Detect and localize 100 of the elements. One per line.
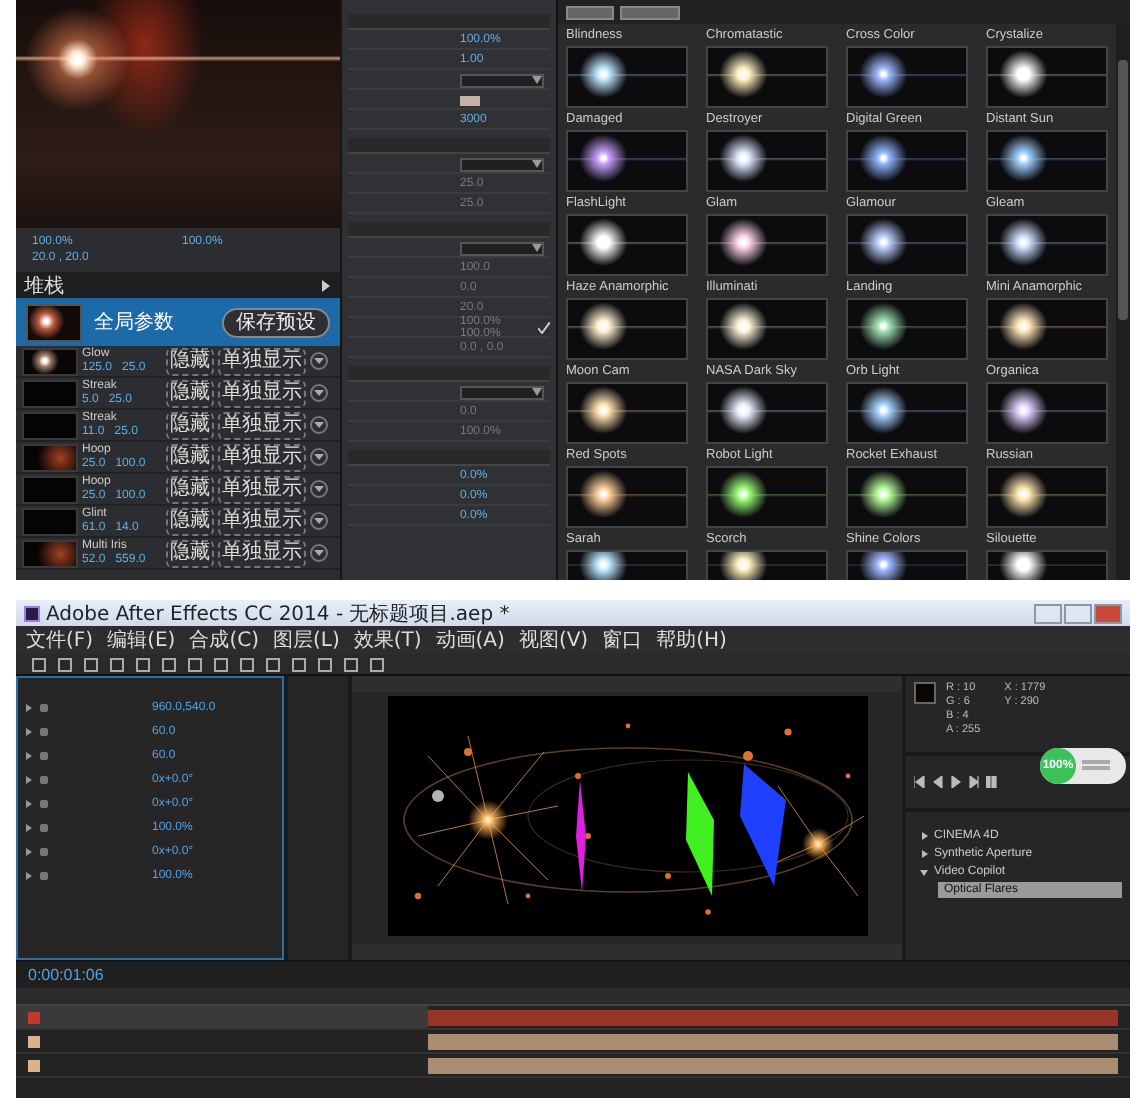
playback-control-icon[interactable]	[986, 776, 998, 788]
hide-button[interactable]: 隐藏	[166, 347, 214, 375]
expand-icon[interactable]	[26, 800, 32, 808]
expand-icon[interactable]	[26, 776, 32, 784]
element-thumbnail	[22, 411, 78, 439]
expand-icon[interactable]	[26, 752, 32, 760]
save-preset-button[interactable]: 保存预设	[222, 307, 330, 337]
menu-item[interactable]: 视图(V)	[518, 626, 589, 654]
element-thumbnail	[22, 379, 78, 407]
dropdown-field[interactable]	[460, 157, 544, 171]
lens-flare-thumbnail[interactable]	[706, 46, 828, 108]
lens-flare-thumbnail[interactable]	[846, 550, 968, 580]
label-color-swatch[interactable]	[28, 1011, 40, 1023]
dropdown-field[interactable]	[460, 385, 544, 399]
dropdown-icon[interactable]	[310, 448, 328, 466]
hide-button[interactable]: 隐藏	[166, 379, 214, 407]
breadcrumb-button[interactable]	[566, 5, 614, 19]
breadcrumb-button[interactable]	[620, 5, 680, 19]
hide-button[interactable]: 隐藏	[166, 507, 214, 535]
lens-flare-thumbnail[interactable]	[706, 550, 828, 580]
lens-flare-thumbnail[interactable]	[706, 466, 828, 528]
dropdown-icon[interactable]	[310, 480, 328, 498]
menu-item[interactable]: 文件(F)	[26, 626, 94, 654]
expand-icon[interactable]	[26, 848, 32, 856]
expand-icon[interactable]	[26, 824, 32, 832]
window-controls-icon[interactable]	[1034, 603, 1122, 623]
menu-item[interactable]: 动画(A)	[435, 626, 505, 654]
lens-flare-thumbnail[interactable]	[566, 46, 688, 108]
hide-button[interactable]: 隐藏	[166, 443, 214, 471]
dropdown-field[interactable]	[460, 73, 544, 87]
lens-flare-thumbnail[interactable]	[846, 382, 968, 444]
lens-flare-thumbnail[interactable]	[566, 298, 688, 360]
caret-icon	[532, 76, 542, 84]
expand-icon[interactable]	[26, 728, 32, 736]
dropdown-icon[interactable]	[310, 416, 328, 434]
dropdown-icon[interactable]	[310, 352, 328, 370]
lens-flare-thumbnail[interactable]	[846, 46, 968, 108]
disclosure-icon[interactable]	[920, 832, 928, 840]
hide-button[interactable]: 隐藏	[166, 475, 214, 503]
lens-flare-thumbnail[interactable]	[566, 382, 688, 444]
global-parameters-row[interactable]: 全局参数 保存预设	[16, 298, 340, 346]
playback-control-icon[interactable]	[914, 776, 926, 788]
menu-item[interactable]: 窗口	[602, 626, 643, 654]
element-thumbnail	[22, 507, 78, 535]
lens-flare-thumbnail[interactable]	[846, 130, 968, 192]
lens-flare-thumbnail[interactable]	[706, 382, 828, 444]
layer-duration-bar[interactable]	[428, 1057, 1118, 1073]
playback-control-icon[interactable]	[968, 776, 980, 788]
lens-flare-thumbnail[interactable]	[986, 550, 1108, 580]
menu-item[interactable]: 图层(L)	[272, 626, 340, 654]
solo-button[interactable]: 单独显示	[218, 347, 306, 375]
lens-flare-thumbnail[interactable]	[706, 130, 828, 192]
dropdown-icon[interactable]	[310, 384, 328, 402]
element-thumbnail	[22, 539, 78, 567]
hide-button[interactable]: 隐藏	[166, 539, 214, 567]
menu-item[interactable]: 合成(C)	[189, 626, 259, 654]
lens-flare-thumbnail[interactable]	[566, 466, 688, 528]
checkmark-icon[interactable]	[538, 322, 550, 334]
dropdown-field[interactable]	[460, 241, 544, 255]
lens-flare-thumbnail[interactable]	[566, 214, 688, 276]
lens-flare-thumbnail[interactable]	[706, 214, 828, 276]
element-thumbnail	[22, 443, 78, 471]
lens-flare-thumbnail[interactable]	[986, 130, 1108, 192]
hide-button[interactable]: 隐藏	[166, 411, 214, 439]
solo-button[interactable]: 单独显示	[218, 475, 306, 503]
timecode[interactable]: 0:00:01:06	[28, 966, 104, 984]
menu-item[interactable]: 帮助(H)	[656, 626, 727, 654]
label-color-swatch[interactable]	[28, 1035, 40, 1047]
lens-flare-thumbnail[interactable]	[986, 46, 1108, 108]
solo-button[interactable]: 单独显示	[218, 411, 306, 439]
lens-flare-thumbnail[interactable]	[566, 130, 688, 192]
layer-duration-bar[interactable]	[428, 1033, 1118, 1049]
lens-flare-thumbnail[interactable]	[986, 214, 1108, 276]
dropdown-icon[interactable]	[310, 512, 328, 530]
expand-icon[interactable]	[320, 279, 332, 291]
lens-flare-thumbnail[interactable]	[986, 466, 1108, 528]
solo-button[interactable]: 单独显示	[218, 539, 306, 567]
expand-icon[interactable]	[26, 704, 32, 712]
menu-item[interactable]: 效果(T)	[353, 626, 422, 654]
element-thumbnail	[22, 475, 78, 503]
disclosure-icon[interactable]	[920, 850, 928, 858]
lens-flare-thumbnail[interactable]	[986, 382, 1108, 444]
lens-flare-thumbnail[interactable]	[706, 298, 828, 360]
lens-flare-thumbnail[interactable]	[846, 298, 968, 360]
solo-button[interactable]: 单独显示	[218, 379, 306, 407]
scrollbar[interactable]	[1116, 24, 1130, 580]
flare-thumbnail	[26, 303, 82, 341]
lens-flare-thumbnail[interactable]	[566, 550, 688, 580]
lens-flare-thumbnail[interactable]	[846, 214, 968, 276]
menu-item[interactable]: 编辑(E)	[107, 626, 176, 654]
solo-button[interactable]: 单独显示	[218, 443, 306, 471]
lens-flare-thumbnail[interactable]	[846, 466, 968, 528]
disclosure-icon[interactable]	[920, 868, 928, 876]
color-swatch[interactable]	[460, 95, 480, 105]
app-icon	[24, 605, 40, 621]
lens-flare-thumbnail[interactable]	[986, 298, 1108, 360]
label-color-swatch[interactable]	[28, 1059, 40, 1071]
expand-icon[interactable]	[26, 872, 32, 880]
solo-button[interactable]: 单独显示	[218, 507, 306, 535]
dropdown-icon[interactable]	[310, 544, 328, 562]
